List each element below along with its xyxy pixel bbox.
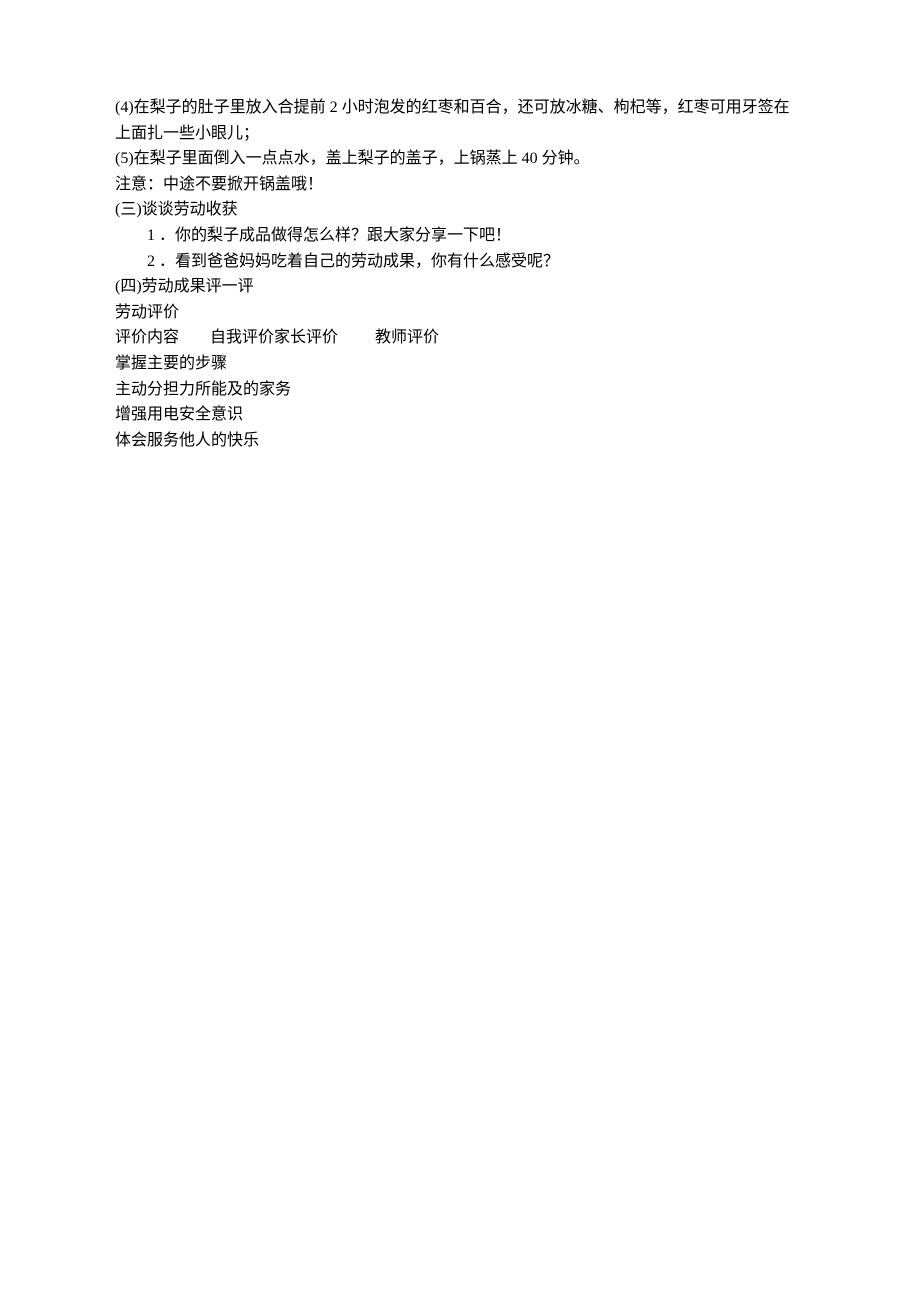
eval-row-1: 掌握主要的步骤 (115, 351, 805, 377)
eval-header-content: 评价内容 (115, 325, 210, 351)
section-4-heading: (四)劳动成果评一评 (115, 274, 805, 300)
step-4: (4)在梨子的肚子里放入合提前 2 小时泡发的红枣和百合，还可放冰糖、枸杞等，红… (115, 95, 805, 146)
note: 注意：中途不要掀开锅盖哦！ (115, 172, 805, 198)
eval-row-3: 增强用电安全意识 (115, 402, 805, 428)
eval-title: 劳动评价 (115, 300, 805, 326)
eval-header-self-parent: 自我评价家长评价 (210, 325, 375, 351)
question-1: 1 ．你的梨子成品做得怎么样？跟大家分享一下吧！ (115, 223, 805, 249)
eval-header-row: 评价内容 自我评价家长评价 教师评价 (115, 325, 805, 351)
eval-row-2: 主动分担力所能及的家务 (115, 377, 805, 403)
step-5: (5)在梨子里面倒入一点点水，盖上梨子的盖子，上锅蒸上 40 分钟。 (115, 146, 805, 172)
section-3-heading: (三)谈谈劳动收获 (115, 197, 805, 223)
question-2: 2 ．看到爸爸妈妈吃着自己的劳动成果，你有什么感受呢？ (115, 249, 805, 275)
eval-header-teacher: 教师评价 (375, 325, 439, 351)
eval-row-4: 体会服务他人的快乐 (115, 428, 805, 454)
